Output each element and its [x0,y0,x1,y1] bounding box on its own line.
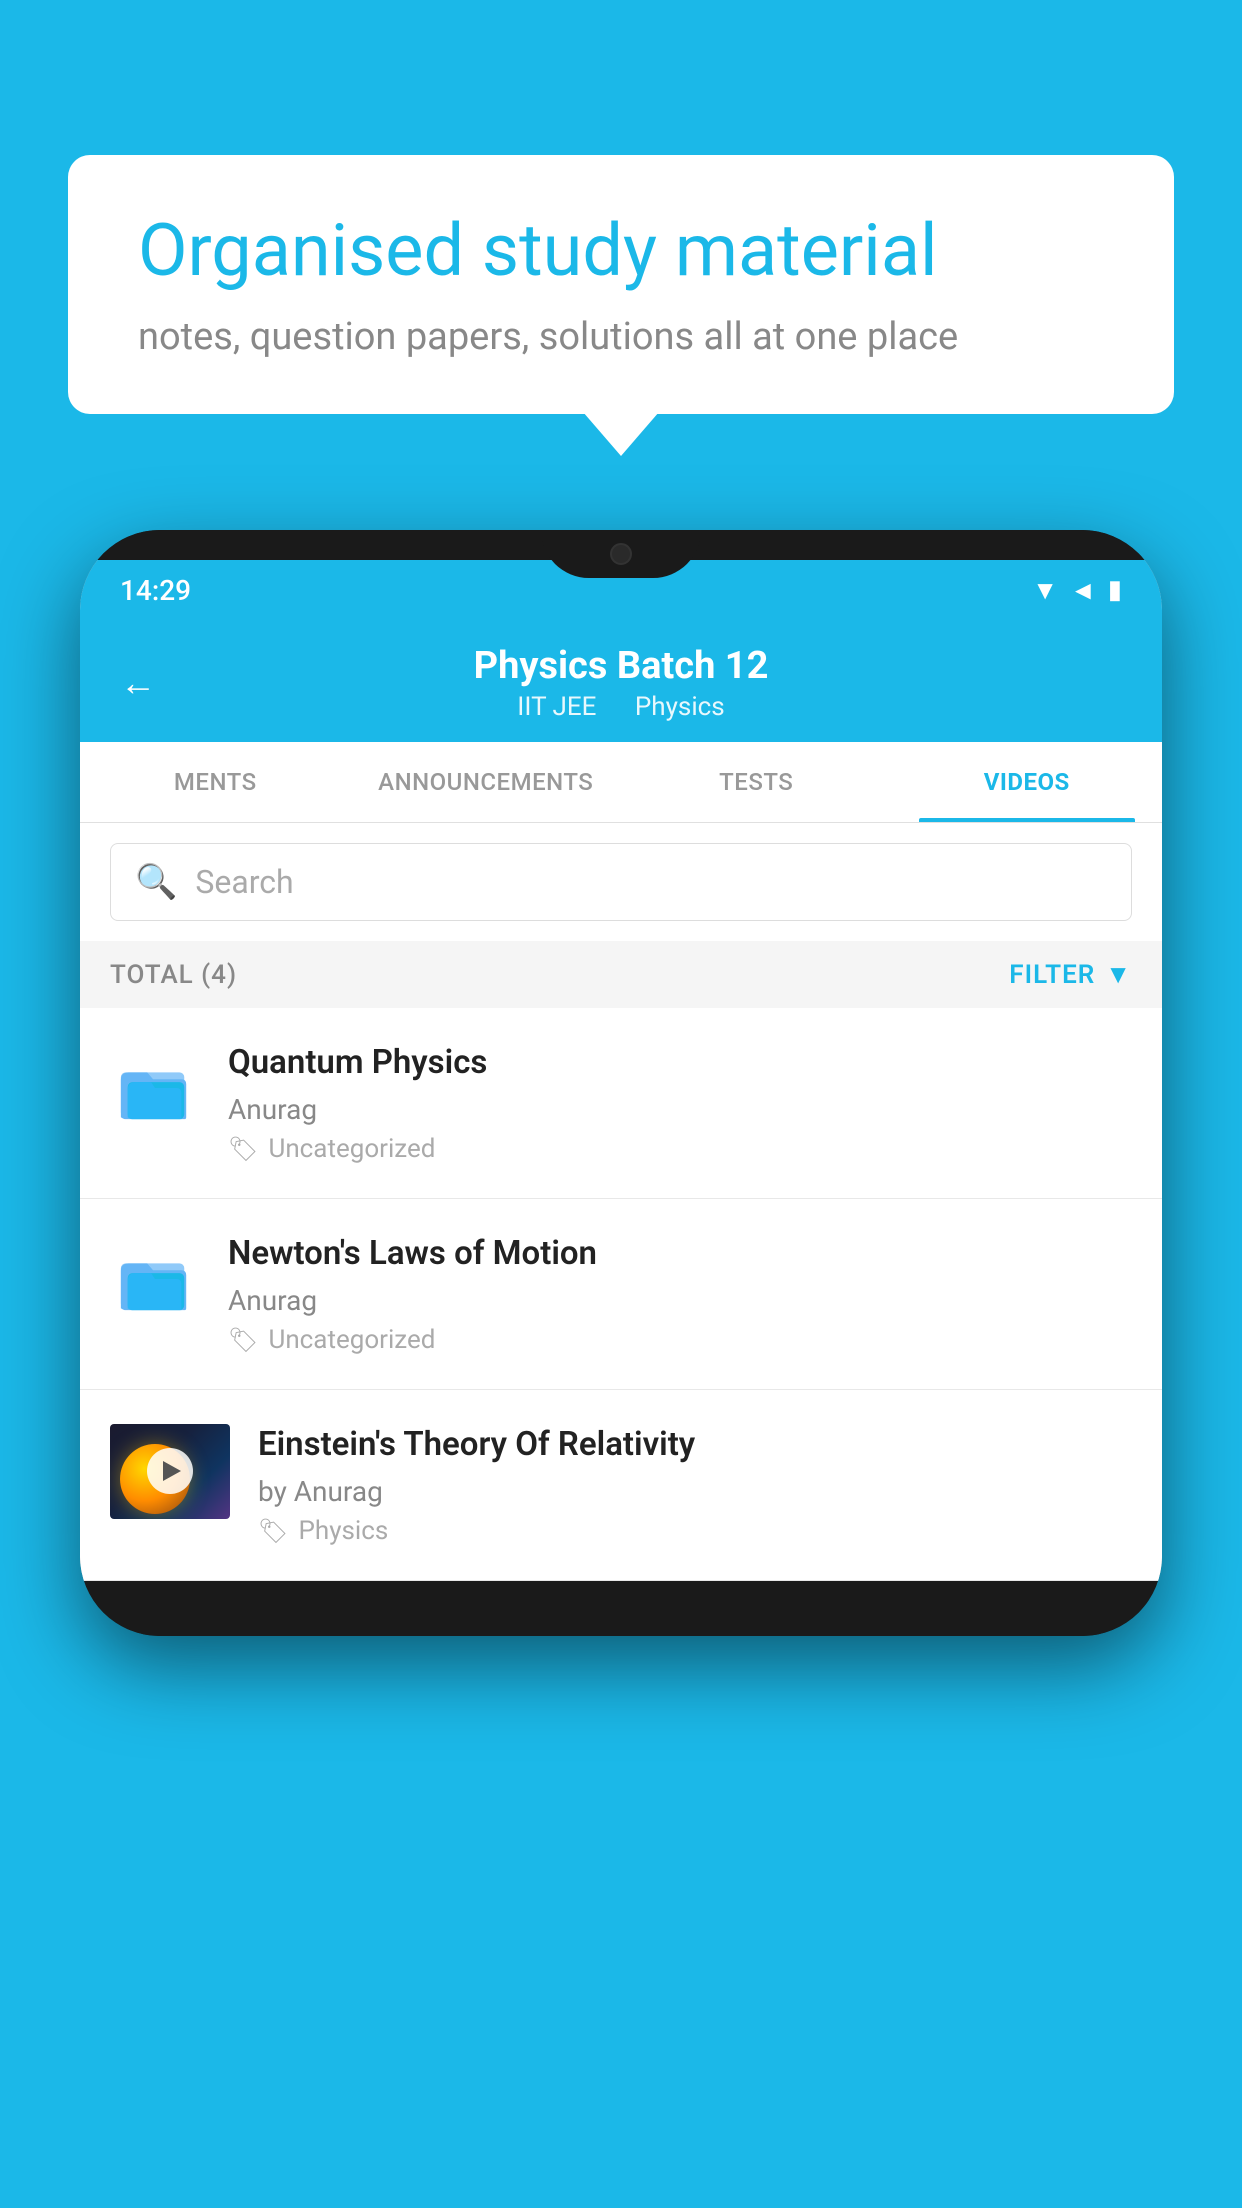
tag-label: Uncategorized [268,1325,435,1355]
header-subtitle: IIT JEE Physics [474,692,769,722]
app-header: ← Physics Batch 12 IIT JEE Physics [80,620,1162,742]
header-title: Physics Batch 12 [474,644,769,688]
back-arrow-icon[interactable]: ← [120,662,156,704]
tab-videos[interactable]: VIDEOS [892,742,1163,822]
speech-bubble: Organised study material notes, question… [68,155,1174,414]
folder-icon [116,1048,194,1126]
video-author: by Anurag [258,1475,1132,1508]
video-tag: 🏷 Uncategorized [228,1325,1132,1355]
video-list: Quantum Physics Anurag 🏷 Uncategorized [80,1008,1162,1581]
tab-announcements[interactable]: ANNOUNCEMENTS [351,742,622,822]
video-info: Einstein's Theory Of Relativity by Anura… [258,1424,1132,1546]
total-count: TOTAL (4) [110,960,237,990]
front-camera [610,543,632,565]
phone-notch [541,530,701,578]
tag-label: Physics [298,1516,388,1546]
filter-label: FILTER [1009,960,1095,990]
video-tag: 🏷 Uncategorized [228,1134,1132,1164]
folder-icon [116,1239,194,1317]
search-icon: 🔍 [135,862,177,902]
status-icons: ▼ ◄ ▮ [1032,575,1122,606]
phone-screen: 14:29 ▼ ◄ ▮ ← Physics Batch 12 IIT JEE P… [80,560,1162,1581]
phone-mockup: 14:29 ▼ ◄ ▮ ← Physics Batch 12 IIT JEE P… [80,530,1162,1636]
video-title: Einstein's Theory Of Relativity [258,1424,1132,1467]
play-button[interactable] [147,1448,193,1494]
tag-icon: 🏷 [228,1326,258,1354]
search-bar[interactable]: 🔍 Search [110,843,1132,921]
header-subtitle-part1: IIT JEE [517,692,596,722]
tag-label: Uncategorized [268,1134,435,1164]
filter-button[interactable]: FILTER ▼ [1009,959,1132,990]
video-title: Newton's Laws of Motion [228,1233,1132,1276]
video-info: Quantum Physics Anurag 🏷 Uncategorized [228,1042,1132,1164]
search-container: 🔍 Search [80,823,1162,941]
filter-funnel-icon: ▼ [1105,959,1132,990]
header-title-group: Physics Batch 12 IIT JEE Physics [474,644,769,722]
tag-icon: 🏷 [228,1135,258,1163]
list-item[interactable]: Quantum Physics Anurag 🏷 Uncategorized [80,1008,1162,1199]
phone-body: 14:29 ▼ ◄ ▮ ← Physics Batch 12 IIT JEE P… [80,530,1162,1636]
folder-icon-wrap [110,1233,200,1323]
phone-top-bezel [80,530,1162,560]
video-title: Quantum Physics [228,1042,1132,1085]
tab-tests[interactable]: TESTS [621,742,892,822]
video-author: Anurag [228,1093,1132,1126]
signal-icon: ◄ [1070,575,1096,606]
speech-bubble-subtitle: notes, question papers, solutions all at… [138,315,1104,359]
tab-ments[interactable]: MENTS [80,742,351,822]
tab-bar: MENTS ANNOUNCEMENTS TESTS VIDEOS [80,742,1162,823]
folder-icon-wrap [110,1042,200,1132]
wifi-icon: ▼ [1032,575,1058,606]
play-triangle-icon [163,1461,181,1481]
filter-bar: TOTAL (4) FILTER ▼ [80,941,1162,1008]
speech-bubble-title: Organised study material [138,210,1104,293]
status-time: 14:29 [120,574,191,607]
header-subtitle-part2: Physics [635,692,725,722]
video-tag: 🏷 Physics [258,1516,1132,1546]
video-thumbnail [110,1424,230,1519]
list-item[interactable]: Einstein's Theory Of Relativity by Anura… [80,1390,1162,1581]
speech-bubble-container: Organised study material notes, question… [68,155,1174,414]
list-item[interactable]: Newton's Laws of Motion Anurag 🏷 Uncateg… [80,1199,1162,1390]
phone-bottom-bezel [80,1581,1162,1636]
video-author: Anurag [228,1284,1132,1317]
search-placeholder: Search [195,863,293,901]
tag-icon: 🏷 [258,1517,288,1545]
battery-icon: ▮ [1108,575,1122,605]
video-info: Newton's Laws of Motion Anurag 🏷 Uncateg… [228,1233,1132,1355]
